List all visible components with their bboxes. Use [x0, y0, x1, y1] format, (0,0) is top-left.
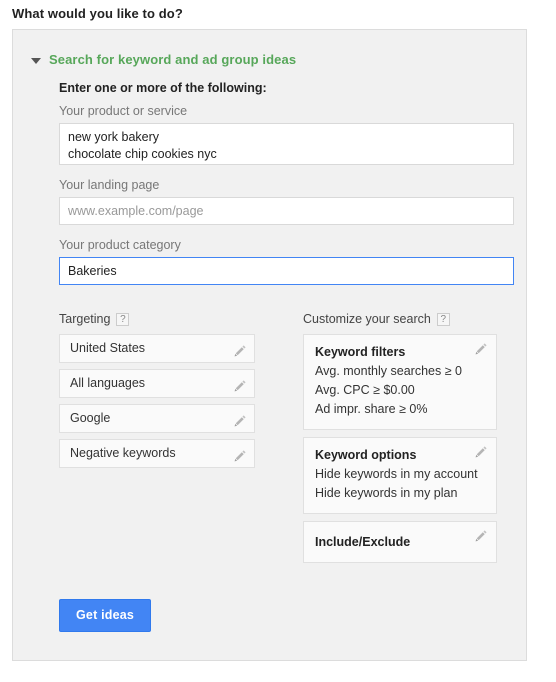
pencil-icon[interactable] — [233, 446, 247, 462]
card-line: Avg. CPC ≥ $0.00 — [315, 383, 415, 397]
targeting-item-negative-keywords[interactable]: Negative keywords — [59, 439, 255, 468]
card-line: Hide keywords in my account — [315, 467, 478, 481]
product-category-label: Your product category — [59, 238, 181, 252]
landing-page-label: Your landing page — [59, 178, 160, 192]
card-title: Keyword filters — [315, 345, 406, 359]
card-line: Ad impr. share ≥ 0% — [315, 402, 428, 416]
pencil-icon[interactable] — [474, 342, 488, 356]
pencil-icon[interactable] — [233, 341, 247, 357]
targeting-item-location[interactable]: United States — [59, 334, 255, 363]
product-or-service-line-1: new york bakery — [68, 130, 160, 144]
options-columns: Targeting ? United States All languages — [59, 312, 526, 570]
section-body: Enter one or more of the following: Your… — [13, 81, 526, 632]
product-or-service-line-2: chocolate chip cookies nyc — [68, 147, 217, 161]
get-ideas-button[interactable]: Get ideas — [59, 599, 152, 632]
help-question-icon[interactable]: ? — [436, 312, 450, 326]
help-question-icon[interactable]: ? — [116, 312, 130, 326]
customize-heading-row: Customize your search ? — [303, 312, 500, 326]
section-header[interactable]: Search for keyword and ad group ideas — [13, 30, 526, 67]
pencil-icon[interactable] — [233, 376, 247, 392]
pencil-icon[interactable] — [474, 445, 488, 459]
product-category-input[interactable]: Bakeries — [59, 257, 514, 285]
product-or-service-input[interactable]: new york bakery chocolate chip cookies n… — [59, 123, 514, 165]
targeting-heading-row: Targeting ? — [59, 312, 259, 326]
keyword-filters-card[interactable]: Keyword filters Avg. monthly searches ≥ … — [303, 334, 497, 430]
targeting-item-search-network[interactable]: Google — [59, 404, 255, 433]
caret-down-icon[interactable] — [31, 57, 41, 64]
section-title[interactable]: Search for keyword and ad group ideas — [49, 52, 296, 67]
product-or-service-label: Your product or service — [59, 104, 188, 118]
landing-page-input[interactable]: www.example.com/page — [59, 197, 514, 225]
card-title: Keyword options — [315, 448, 417, 462]
card-line: Hide keywords in my plan — [315, 486, 458, 500]
customize-heading: Customize your search — [303, 312, 431, 326]
search-panel: Search for keyword and ad group ideas En… — [12, 29, 527, 661]
pencil-icon[interactable] — [233, 411, 247, 427]
targeting-item-label: Negative keywords — [70, 446, 176, 460]
pencil-icon[interactable] — [474, 529, 488, 543]
targeting-item-label: All languages — [70, 376, 146, 390]
card-title: Include/Exclude — [315, 535, 411, 549]
targeting-item-languages[interactable]: All languages — [59, 369, 255, 398]
card-line: Avg. monthly searches ≥ 0 — [315, 364, 462, 378]
customize-column: Customize your search ? Keyword filters … — [303, 312, 500, 570]
keyword-options-card[interactable]: Keyword options Hide keywords in my acco… — [303, 437, 497, 514]
targeting-heading: Targeting — [59, 312, 111, 326]
targeting-item-label: Google — [70, 411, 111, 425]
include-exclude-card[interactable]: Include/Exclude — [303, 521, 497, 563]
enter-instructions: Enter one or more of the following: — [59, 81, 267, 95]
targeting-item-label: United States — [70, 341, 146, 355]
page-title: What would you like to do? — [12, 6, 183, 21]
targeting-column: Targeting ? United States All languages — [59, 312, 259, 570]
